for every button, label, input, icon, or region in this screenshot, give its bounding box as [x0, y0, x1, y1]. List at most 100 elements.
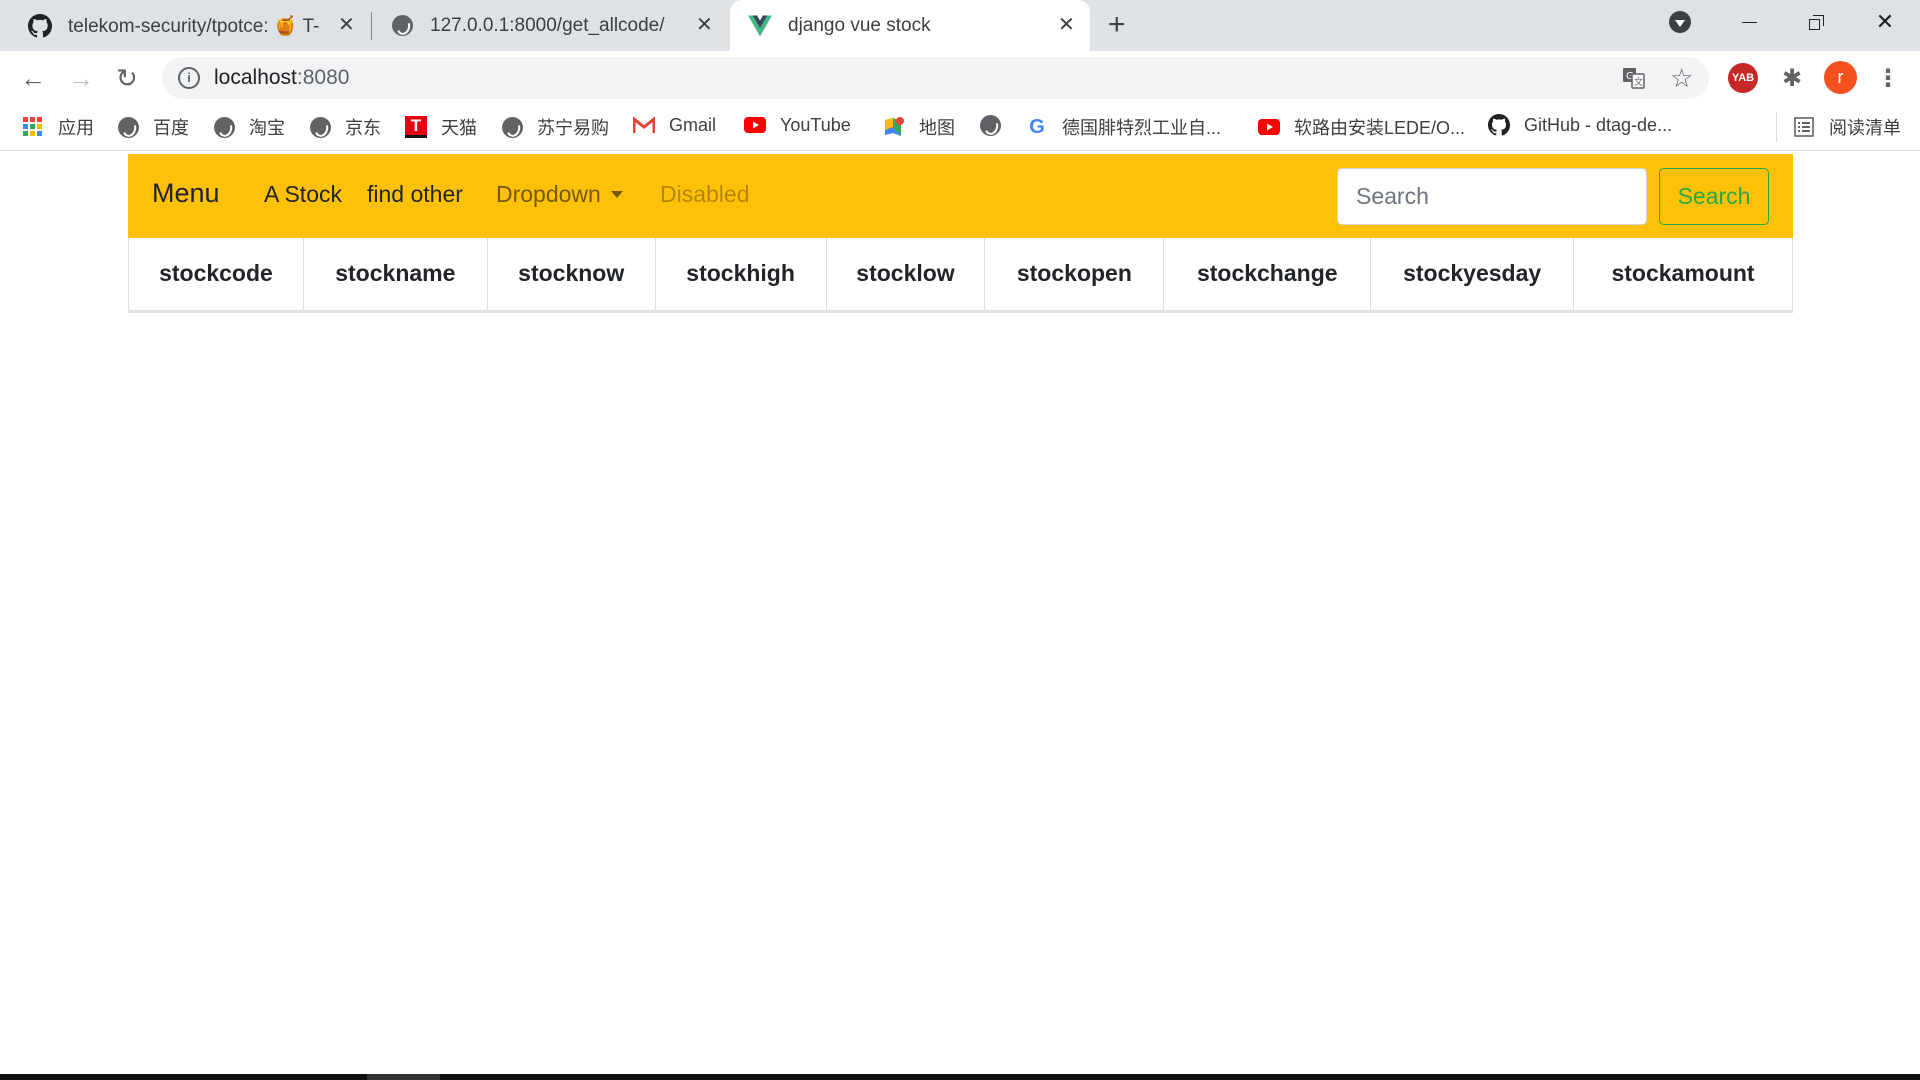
caret-down-icon	[610, 191, 623, 198]
bookmark-label: 德国腓特烈工业自...	[1062, 118, 1222, 138]
new-tab-button[interactable]: +	[1108, 8, 1126, 42]
browser-toolbar: ← → ↻ i localhost:8080 G文 ☆ YAB ✱ r ⋮	[0, 51, 1920, 104]
taskbar-active-segment	[367, 1074, 440, 1080]
bookmark-gmail[interactable]: Gmail	[633, 114, 716, 136]
bookmark-label: 百度	[153, 118, 189, 138]
tab-title: telekom-security/tpotce: 🍯 T-	[68, 15, 320, 37]
column-header-stocknow: stocknow	[486, 238, 656, 313]
search-input[interactable]	[1337, 168, 1647, 225]
bookmark-star-icon[interactable]: ☆	[1670, 63, 1693, 94]
globe-icon	[309, 116, 331, 138]
bookmark-jd[interactable]: 京东	[309, 114, 381, 140]
column-header-stockopen: stockopen	[984, 238, 1165, 313]
youtube-icon	[1258, 116, 1280, 138]
bookmark-youtube[interactable]: YouTube	[744, 114, 851, 136]
google-icon: G	[1029, 115, 1045, 138]
column-header-stockcode: stockcode	[128, 238, 304, 313]
tmall-icon: T	[405, 116, 427, 138]
tab-strip: telekom-security/tpotce: 🍯 T- ✕ 127.0.0.…	[0, 0, 1920, 51]
column-header-stockyesday: stockyesday	[1370, 238, 1575, 313]
maps-icon	[883, 116, 905, 138]
globe-icon	[213, 116, 235, 138]
bookmark-label: 应用	[58, 118, 94, 138]
nav-link-a-stock[interactable]: A Stock	[264, 181, 342, 208]
reading-list-icon	[1793, 116, 1815, 138]
bookmark-label: 苏宁易购	[537, 118, 609, 138]
column-header-stockhigh: stockhigh	[654, 238, 827, 313]
bookmark-globe[interactable]	[979, 114, 1015, 136]
bookmark-maps[interactable]: 地图	[883, 114, 955, 140]
forward-button[interactable]: →	[68, 63, 94, 94]
youtube-icon	[744, 114, 766, 136]
bookmarks-bar: 应用 百度 淘宝 京东 T 天猫 苏宁易购 Gmail YouTube 地图 G…	[0, 104, 1920, 151]
navbar-brand[interactable]: Menu	[152, 178, 220, 209]
nav-dropdown-toggle[interactable]: Dropdown	[496, 181, 623, 208]
globe-icon	[979, 114, 1001, 136]
close-window-button[interactable]: ✕	[1860, 0, 1910, 44]
bookmarks-separator	[1776, 112, 1777, 142]
tab-separator	[371, 12, 372, 40]
taskbar-strip	[0, 1074, 1920, 1080]
header-row: stockcode stockname stocknow stockhigh s…	[128, 238, 1793, 313]
column-header-stocklow: stocklow	[825, 238, 986, 313]
nav-link-disabled: Disabled	[660, 181, 750, 207]
minimize-icon	[1741, 21, 1757, 23]
bookmark-google[interactable]: G 德国腓特烈工业自...	[1026, 114, 1221, 140]
profile-avatar[interactable]: r	[1824, 61, 1857, 94]
close-window-icon: ✕	[1875, 9, 1895, 34]
bookmark-apps[interactable]: 应用	[22, 114, 94, 140]
globe-icon	[501, 116, 523, 138]
column-header-stockname: stockname	[302, 238, 488, 313]
page-content: Menu A Stock find other Dropdown Disable…	[0, 152, 1920, 1074]
navbar: Menu A Stock find other Dropdown Disable…	[128, 154, 1793, 238]
bookmark-label: 天猫	[441, 118, 477, 138]
bookmark-tmall[interactable]: T 天猫	[405, 114, 477, 140]
restore-icon	[1808, 14, 1824, 30]
browser-menu-icon[interactable]: ⋮	[1873, 63, 1903, 93]
tab-django-vue-stock[interactable]: django vue stock ✕	[730, 0, 1090, 51]
reload-button[interactable]: ↻	[116, 63, 138, 94]
tab-get-allcode[interactable]: 127.0.0.1:8000/get_allcode/ ✕	[390, 0, 720, 51]
tab-title: django vue stock	[788, 14, 931, 36]
restore-button[interactable]	[1791, 0, 1841, 44]
bookmark-lede[interactable]: 软路由安装LEDE/O...	[1258, 114, 1465, 140]
close-tab-icon[interactable]: ✕	[338, 12, 355, 37]
bookmark-suning[interactable]: 苏宁易购	[501, 114, 609, 140]
bookmark-label: Gmail	[669, 114, 717, 135]
yab-extension-icon[interactable]: YAB	[1728, 63, 1758, 93]
github-icon	[1488, 114, 1510, 136]
back-arrow-icon: ←	[20, 63, 46, 93]
tab-search-icon	[1669, 11, 1691, 33]
reading-list-button[interactable]: 阅读清单	[1793, 114, 1901, 140]
bookmark-taobao[interactable]: 淘宝	[213, 114, 285, 140]
bookmark-label: 地图	[919, 118, 955, 138]
forward-arrow-icon: →	[68, 63, 94, 93]
gmail-icon	[633, 114, 655, 136]
globe-icon	[390, 14, 414, 38]
bookmark-label: 软路由安装LEDE/O...	[1294, 118, 1466, 138]
column-header-stockchange: stockchange	[1163, 238, 1372, 313]
back-button[interactable]: ←	[20, 63, 46, 94]
address-bar[interactable]: i localhost:8080 G文 ☆	[162, 57, 1709, 99]
tab-search-button[interactable]	[1655, 0, 1705, 44]
dropdown-label: Dropdown	[496, 181, 601, 207]
translate-icon[interactable]: G文	[1622, 66, 1646, 96]
search-button[interactable]: Search	[1659, 168, 1769, 225]
nav-link-find-other[interactable]: find other	[367, 181, 463, 208]
tab-title: 127.0.0.1:8000/get_allcode/	[430, 14, 665, 36]
bookmark-label: GitHub - dtag-de...	[1524, 114, 1673, 135]
globe-icon	[117, 116, 139, 138]
bookmark-baidu[interactable]: 百度	[117, 114, 189, 140]
bookmark-github[interactable]: GitHub - dtag-de...	[1488, 114, 1672, 136]
vue-logo-icon	[748, 14, 772, 38]
address-url[interactable]: localhost:8080	[214, 66, 349, 90]
apps-grid-icon	[22, 116, 44, 138]
close-tab-icon[interactable]: ✕	[1058, 12, 1075, 37]
site-info-icon[interactable]: i	[178, 67, 200, 89]
bookmark-label: YouTube	[780, 114, 851, 135]
column-header-stockamount: stockamount	[1573, 238, 1793, 313]
extensions-puzzle-icon[interactable]: ✱	[1777, 63, 1807, 93]
minimize-button[interactable]	[1724, 0, 1774, 44]
tab-telekom[interactable]: telekom-security/tpotce: 🍯 T- ✕	[28, 0, 368, 51]
close-tab-icon[interactable]: ✕	[696, 12, 713, 37]
